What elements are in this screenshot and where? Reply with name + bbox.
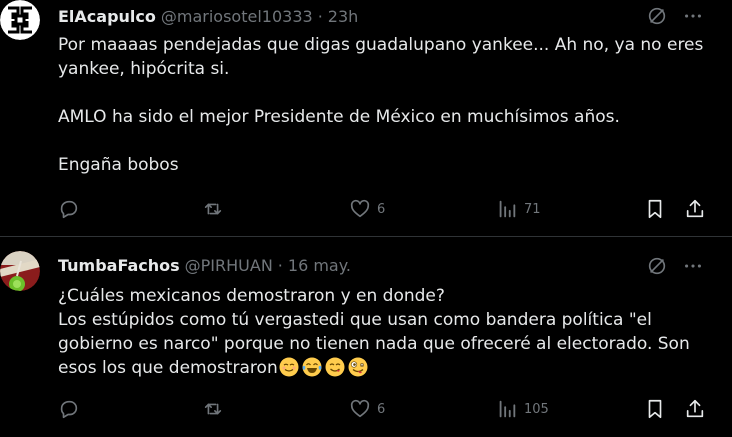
tweet-actions: 6 71 <box>58 198 718 222</box>
reply-button[interactable] <box>58 398 80 420</box>
tweet-text: Por maaaas pendejadas que digas guadalup… <box>58 33 718 177</box>
text-line: ¿Cuáles mexicanos demostraron y en donde… <box>58 286 445 306</box>
emoji-group <box>279 357 368 377</box>
view-count: 105 <box>524 401 549 417</box>
text-line: Por maaaas pendejadas que digas guadalup… <box>58 35 704 55</box>
timestamp[interactable]: 16 may. <box>288 256 351 275</box>
separator-dot: · <box>277 255 283 275</box>
text-line: esos los que demostraron <box>58 358 278 378</box>
tweet-actions: 6 105 <box>58 398 718 422</box>
views-button[interactable]: 71 <box>496 198 541 220</box>
retweet-button[interactable] <box>202 398 224 420</box>
aztec-glyph-avatar-image <box>0 0 40 40</box>
tears-of-joy-emoji <box>302 357 322 377</box>
text-line-with-emojis: esos los que demostraron <box>58 356 718 380</box>
tweet[interactable]: TumbaFachos @PIRHUAN · 16 may. ¿Cuáles m… <box>0 237 732 437</box>
retweet-icon <box>204 203 222 215</box>
more-icon[interactable] <box>682 255 704 277</box>
display-name[interactable]: TumbaFachos <box>58 256 180 275</box>
text-line: Engaña bobos <box>58 155 179 175</box>
like-count: 6 <box>377 401 386 417</box>
retweet-button[interactable] <box>202 198 224 220</box>
user-handle[interactable]: @PIRHUAN <box>185 256 273 275</box>
share-button[interactable] <box>684 198 706 220</box>
avatar-image <box>0 251 40 291</box>
text-line: gobierno es narco" porque no tienen nada… <box>58 334 690 354</box>
more-icon[interactable] <box>682 5 704 27</box>
like-icon <box>350 199 370 218</box>
bookmark-icon <box>648 199 662 219</box>
separator-dot: · <box>317 6 323 26</box>
views-button[interactable]: 105 <box>496 398 549 420</box>
text-line: yankee, hipócrita si. <box>58 59 230 79</box>
tweet-header: TumbaFachos @PIRHUAN · 16 may. <box>58 254 351 276</box>
views-icon <box>499 200 516 218</box>
avatar[interactable] <box>0 251 40 291</box>
display-name[interactable]: ElAcapulco <box>58 7 156 26</box>
reply-button[interactable] <box>58 198 80 220</box>
bookmark-button[interactable] <box>644 398 666 420</box>
zany-face-emoji <box>348 357 368 377</box>
yum-face-emoji <box>325 357 345 377</box>
bookmark-icon <box>648 399 662 419</box>
like-button[interactable]: 6 <box>349 198 385 220</box>
tweet[interactable]: ElAcapulco @mariosotel10333 · 23h Por ma… <box>0 0 732 236</box>
retweet-icon <box>204 403 222 415</box>
text-line: Los estúpidos como tú vergastedi que usa… <box>58 310 652 330</box>
share-button[interactable] <box>684 398 706 420</box>
avatar[interactable] <box>0 0 40 40</box>
view-count: 71 <box>524 201 541 217</box>
views-icon <box>499 400 516 418</box>
bookmark-button[interactable] <box>644 198 666 220</box>
relieved-smile-emoji <box>279 357 299 377</box>
share-icon <box>686 199 704 218</box>
share-icon <box>686 399 704 418</box>
reply-icon <box>60 400 78 419</box>
reply-icon <box>60 200 78 219</box>
tweet-top-actions <box>646 5 704 27</box>
grok-icon[interactable] <box>646 255 668 277</box>
grok-icon[interactable] <box>646 5 668 27</box>
user-handle[interactable]: @mariosotel10333 <box>161 7 313 26</box>
like-count: 6 <box>377 201 386 217</box>
tweet-top-actions <box>646 255 704 277</box>
tweet-text: ¿Cuáles mexicanos demostraron y en donde… <box>58 284 718 380</box>
like-icon <box>350 399 370 418</box>
timestamp[interactable]: 23h <box>328 7 359 26</box>
tweet-header: ElAcapulco @mariosotel10333 · 23h <box>58 5 358 27</box>
like-button[interactable]: 6 <box>349 398 385 420</box>
text-line: AMLO ha sido el mejor Presidente de Méxi… <box>58 107 620 127</box>
